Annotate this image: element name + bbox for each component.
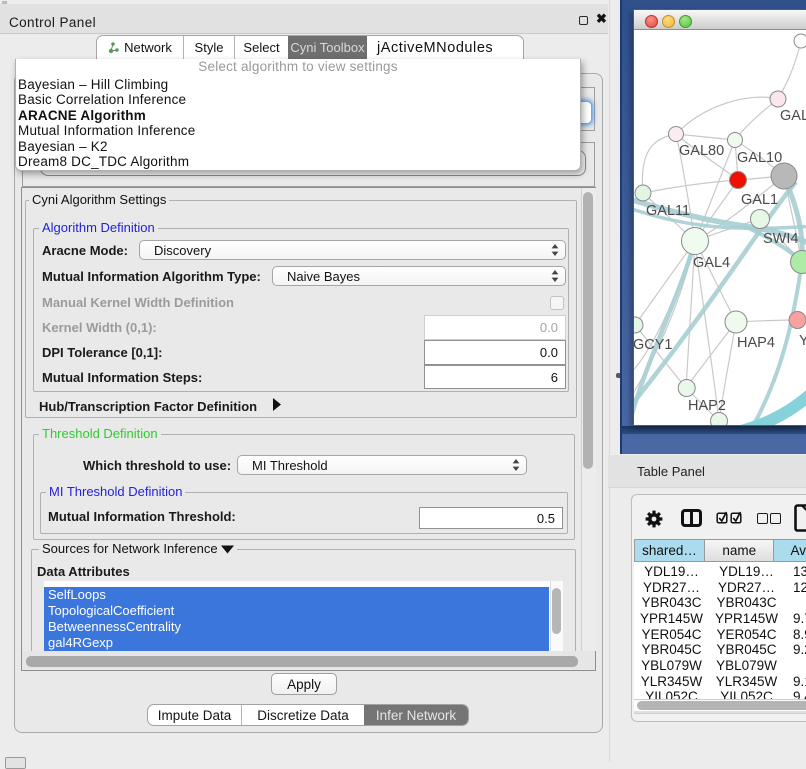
svg-text:SWI4: SWI4 — [763, 231, 798, 247]
svg-text:GAL2: GAL2 — [780, 108, 806, 124]
svg-text:GAL1: GAL1 — [741, 192, 778, 208]
svg-text:GAL4: GAL4 — [693, 255, 730, 271]
svg-text:HAP4: HAP4 — [737, 335, 775, 351]
svg-text:GAL11: GAL11 — [646, 203, 690, 219]
svg-text:GCY1: GCY1 — [634, 337, 673, 353]
svg-text:GAL80: GAL80 — [679, 143, 724, 159]
svg-text:GAL10: GAL10 — [737, 150, 782, 166]
svg-text:HAP2: HAP2 — [688, 398, 726, 414]
svg-text:Y: Y — [799, 333, 806, 349]
